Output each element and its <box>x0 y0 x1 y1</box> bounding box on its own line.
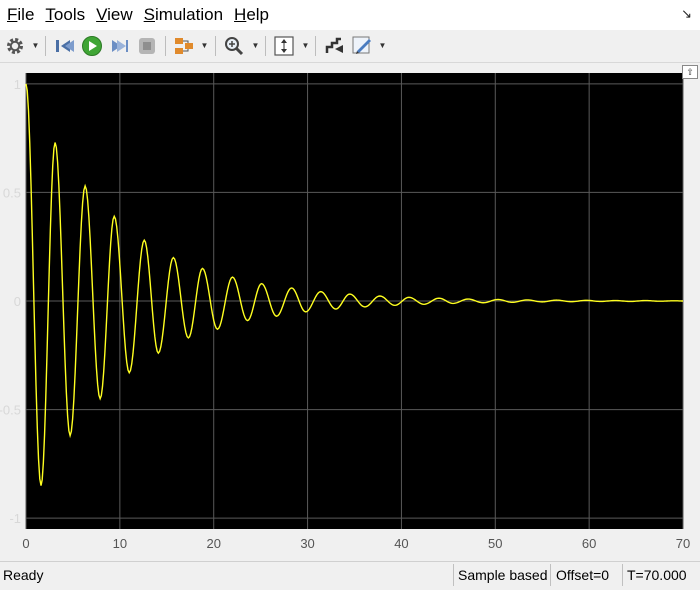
x-axis-ticks: 0 10 20 30 40 50 60 70 <box>22 536 690 551</box>
layout-icon[interactable] <box>172 34 196 58</box>
menu-bar: File Tools View Simulation Help ↘ <box>0 0 700 30</box>
toolbar-separator <box>215 36 216 56</box>
x-tick-label: 50 <box>488 536 502 551</box>
toolbar-separator <box>265 36 266 56</box>
status-ready: Ready <box>3 567 44 583</box>
step-back-icon[interactable] <box>53 34 75 58</box>
menu-help-key: H <box>234 5 247 24</box>
scale-icon[interactable] <box>272 34 296 58</box>
menu-simulation[interactable]: Simulation <box>140 5 227 25</box>
menu-simulation-key: S <box>143 5 155 24</box>
status-divider <box>453 564 454 586</box>
x-tick-label: 70 <box>676 536 690 551</box>
menu-help-label: elp <box>246 5 270 24</box>
restore-axes-icon[interactable]: ⇧ <box>682 65 698 79</box>
scale-dropdown-icon[interactable]: ▼ <box>302 39 310 51</box>
menu-view[interactable]: View <box>92 5 137 25</box>
y-tick-label: -0.5 <box>0 403 21 418</box>
edit-icon[interactable] <box>350 34 374 58</box>
y-axis-ticks: 1 0.5 0 -0.5 -1 <box>0 77 21 526</box>
menu-file-key: F <box>7 5 18 24</box>
highlight-icon[interactable] <box>322 34 346 58</box>
x-tick-label: 10 <box>113 536 127 551</box>
toolbar-separator <box>45 36 46 56</box>
status-bar: Ready Sample based Offset=0 T=70.000 <box>0 561 700 590</box>
status-time: T=70.000 <box>627 567 687 583</box>
y-tick-label: 0 <box>14 294 21 309</box>
x-tick-label: 40 <box>394 536 408 551</box>
toolbar-separator <box>315 36 316 56</box>
stop-icon[interactable] <box>136 34 158 58</box>
y-tick-label: 0.5 <box>3 185 21 200</box>
x-tick-label: 60 <box>582 536 596 551</box>
status-mode: Sample based <box>458 567 548 583</box>
menu-tools-label: ools <box>53 5 86 24</box>
status-divider <box>550 564 551 586</box>
zoom-icon[interactable] <box>222 34 246 58</box>
scope-chart: 1 0.5 0 -0.5 -1 0 10 20 30 40 50 60 70 <box>0 73 690 551</box>
toolbar: ▼ ▼ ▼ ▼ ▼ <box>0 30 700 63</box>
zoom-dropdown-icon[interactable]: ▼ <box>252 39 260 51</box>
gear-dropdown-icon[interactable]: ▼ <box>32 39 40 51</box>
menu-file[interactable]: File <box>3 5 38 25</box>
menu-help[interactable]: Help <box>230 5 273 25</box>
menu-view-label: iew <box>107 5 133 24</box>
menu-view-key: V <box>96 5 108 24</box>
menu-simulation-label: imulation <box>155 5 224 24</box>
x-tick-label: 30 <box>300 536 314 551</box>
menu-tools[interactable]: Tools <box>41 5 89 25</box>
x-tick-label: 0 <box>22 536 29 551</box>
scope-plot-area: 1 0.5 0 -0.5 -1 0 10 20 30 40 50 60 70 ⇧ <box>0 63 700 559</box>
layout-dropdown-icon[interactable]: ▼ <box>201 39 209 51</box>
status-divider <box>622 564 623 586</box>
y-tick-label: 1 <box>14 77 21 92</box>
undock-arrow-icon[interactable]: ↘ <box>681 6 692 22</box>
y-tick-label: -1 <box>9 511 21 526</box>
toolbar-separator <box>165 36 166 56</box>
step-forward-icon[interactable] <box>108 34 130 58</box>
gear-icon[interactable] <box>4 34 26 58</box>
menu-tools-key: T <box>45 5 54 24</box>
run-icon[interactable] <box>80 34 104 58</box>
x-tick-label: 20 <box>206 536 220 551</box>
menu-file-label: ile <box>17 5 35 24</box>
status-offset: Offset=0 <box>556 567 610 583</box>
edit-dropdown-icon[interactable]: ▼ <box>379 39 387 51</box>
